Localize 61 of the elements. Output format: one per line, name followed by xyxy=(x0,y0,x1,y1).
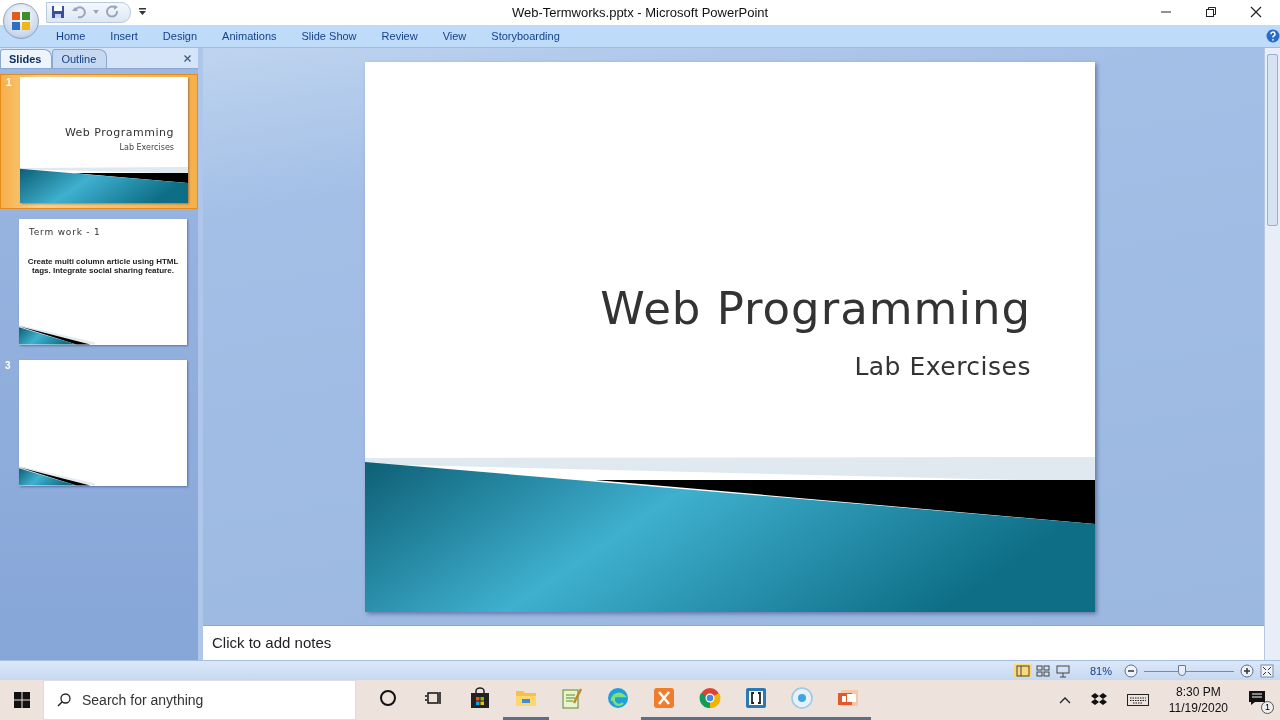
close-icon[interactable] xyxy=(1250,6,1262,19)
ribbon-tab[interactable]: Storyboarding xyxy=(491,29,560,42)
notes-field[interactable]: Click to add notes xyxy=(203,625,1264,661)
chevron-up-icon[interactable] xyxy=(1058,696,1071,704)
notification-icon[interactable] xyxy=(1248,689,1266,707)
zoom-in-icon[interactable] xyxy=(1240,663,1254,678)
ribbon-tab[interactable]: Insert xyxy=(110,29,138,42)
taskbar-search-box[interactable]: Search for anything xyxy=(43,680,356,720)
help-icon[interactable] xyxy=(1266,28,1280,43)
office-button[interactable] xyxy=(3,3,39,39)
office-logo-icon xyxy=(10,10,32,32)
slideshow-icon[interactable] xyxy=(1053,663,1072,678)
slide-title: Term work - 1 xyxy=(29,226,101,237)
taskbar-search-field[interactable]: Search for anything xyxy=(80,691,334,709)
ribbon-tab[interactable]: View xyxy=(442,29,467,42)
restore-icon[interactable] xyxy=(1205,6,1217,19)
shopping-bag-icon[interactable] xyxy=(469,687,491,710)
window-title: Web-Termworks.pptx - Microsoft PowerPoint xyxy=(511,4,769,20)
ribbon-tab[interactable]: Review xyxy=(381,29,418,42)
slide-number: 1 xyxy=(6,76,13,90)
normal-view-icon[interactable] xyxy=(1013,663,1032,678)
ribbon-tab[interactable]: Animations xyxy=(222,29,277,42)
slide-subtitle: Lab Exercises xyxy=(119,142,174,152)
record-icon[interactable] xyxy=(790,686,814,711)
zoom-percentage[interactable]: 81% xyxy=(1089,664,1112,677)
search-icon xyxy=(57,693,71,707)
slide-subtitle[interactable]: Lab Exercises xyxy=(854,351,1031,381)
zoom-slider-thumb[interactable] xyxy=(1177,664,1186,676)
ribbon-tab[interactable]: Home xyxy=(56,29,86,42)
save-icon[interactable] xyxy=(51,5,65,20)
ribbon-tab[interactable]: Slide Show xyxy=(301,29,357,42)
slide-canvas[interactable]: Web Programming Lab Exercises xyxy=(365,61,1095,612)
ribbon-tab[interactable]: Design xyxy=(162,29,198,42)
notification-count-badge: 1 xyxy=(1261,701,1274,714)
edge-browser-icon[interactable] xyxy=(607,687,629,710)
slide-sorter-icon[interactable] xyxy=(1033,663,1052,678)
chrome-icon[interactable] xyxy=(699,687,721,710)
slide-body-text: Create multi column article using HTML tags. Integrate social sharing feature. xyxy=(26,256,180,275)
vertical-scrollbar[interactable] xyxy=(1264,47,1280,661)
circle-icon[interactable] xyxy=(378,688,398,709)
dropbox-icon[interactable] xyxy=(1090,693,1107,707)
slide-title[interactable]: Web Programming xyxy=(600,281,1031,335)
clock-time[interactable]: 8:30 PM xyxy=(1176,684,1221,700)
notepad-icon[interactable] xyxy=(561,687,583,710)
panel-tab[interactable]: Slides xyxy=(0,48,53,68)
clock-date[interactable]: 11/19/2020 xyxy=(1168,700,1228,716)
slide-thumbnail[interactable]: Term work - 1 Create multi column article using HTML tags. Integrate social sharing feature. xyxy=(19,218,187,345)
zoom-slider[interactable] xyxy=(1144,663,1234,678)
panel-tab[interactable]: Outline xyxy=(52,48,108,68)
slide-thumbnail[interactable]: Web Programming Lab Exercises xyxy=(20,76,188,203)
slide-thumbnail[interactable] xyxy=(19,359,187,486)
start-icon[interactable] xyxy=(14,692,30,708)
fit-to-window-icon[interactable] xyxy=(1260,663,1274,678)
xampp-icon[interactable] xyxy=(653,687,675,710)
zoom-out-icon[interactable] xyxy=(1124,663,1138,678)
keyboard-icon[interactable] xyxy=(1126,694,1149,706)
slide-number: 3 xyxy=(5,359,12,373)
brackets-icon[interactable] xyxy=(745,687,767,710)
slide-title: Web Programming xyxy=(64,125,174,139)
customize-toolbar-icon[interactable] xyxy=(139,8,146,17)
folder-icon[interactable] xyxy=(515,688,537,709)
